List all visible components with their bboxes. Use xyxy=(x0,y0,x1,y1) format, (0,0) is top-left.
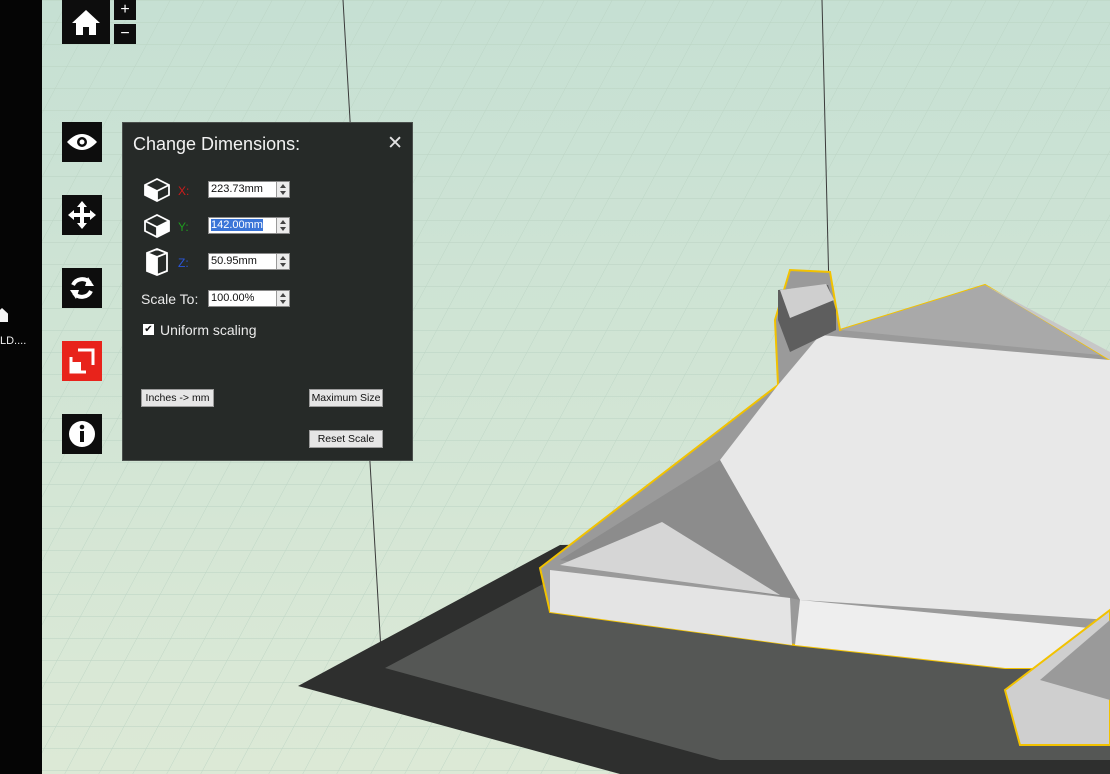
eye-icon xyxy=(67,134,97,150)
info-icon xyxy=(69,421,95,447)
y-dimension-value: 142.00mm xyxy=(211,219,263,231)
z-axis-label: Z: xyxy=(178,256,189,270)
reset-scale-button[interactable]: Reset Scale xyxy=(309,430,383,448)
rotate-icon xyxy=(70,277,94,299)
zoom-in-button[interactable]: + xyxy=(114,0,136,20)
scale-to-value: 100.00% xyxy=(211,292,255,304)
y-dimension-field[interactable]: 142.00mm xyxy=(208,217,290,234)
y-axis-label: Y: xyxy=(178,220,189,234)
x-dimension-field[interactable]: 223.73mm xyxy=(208,181,290,198)
z-dimension-value: 50.95mm xyxy=(211,255,257,267)
panel-title: Change Dimensions: xyxy=(133,134,301,154)
close-icon[interactable]: ✕ xyxy=(387,132,403,155)
move-icon xyxy=(68,201,96,229)
zoom-out-button[interactable]: − xyxy=(114,24,136,44)
z-dimension-icon xyxy=(146,248,168,276)
info-button[interactable] xyxy=(62,414,102,454)
view-button[interactable] xyxy=(62,122,102,162)
uniform-scaling-label: Uniform scaling xyxy=(160,322,257,338)
desktop-file-label: LD.... xyxy=(0,335,27,347)
y-dimension-icon xyxy=(144,213,170,239)
scale-to-field[interactable]: 100.00% xyxy=(208,290,290,307)
y-dimension-stepper[interactable] xyxy=(276,218,289,233)
z-dimension-stepper[interactable] xyxy=(276,254,289,269)
inches-to-mm-button[interactable]: Inches -> mm xyxy=(141,389,214,407)
rotate-button[interactable] xyxy=(62,268,102,308)
scale-to-stepper[interactable] xyxy=(276,291,289,306)
desktop-strip xyxy=(0,0,42,774)
move-button[interactable] xyxy=(62,195,102,235)
x-dimension-icon xyxy=(144,177,170,203)
home-icon xyxy=(72,10,100,35)
z-dimension-field[interactable]: 50.95mm xyxy=(208,253,290,270)
scale-to-label: Scale To: xyxy=(141,291,199,307)
maximum-size-button[interactable]: Maximum Size xyxy=(309,389,383,407)
x-dimension-value: 223.73mm xyxy=(211,183,263,195)
x-dimension-stepper[interactable] xyxy=(276,182,289,197)
change-dimensions-panel: Change Dimensions: ✕ X: 223.73mm Y: 142.… xyxy=(122,122,413,461)
home-button[interactable] xyxy=(62,0,110,44)
scale-button[interactable] xyxy=(62,341,102,381)
uniform-scaling-checkbox[interactable]: ✔ xyxy=(143,324,154,335)
x-axis-label: X: xyxy=(178,184,190,198)
scale-icon xyxy=(69,348,95,374)
